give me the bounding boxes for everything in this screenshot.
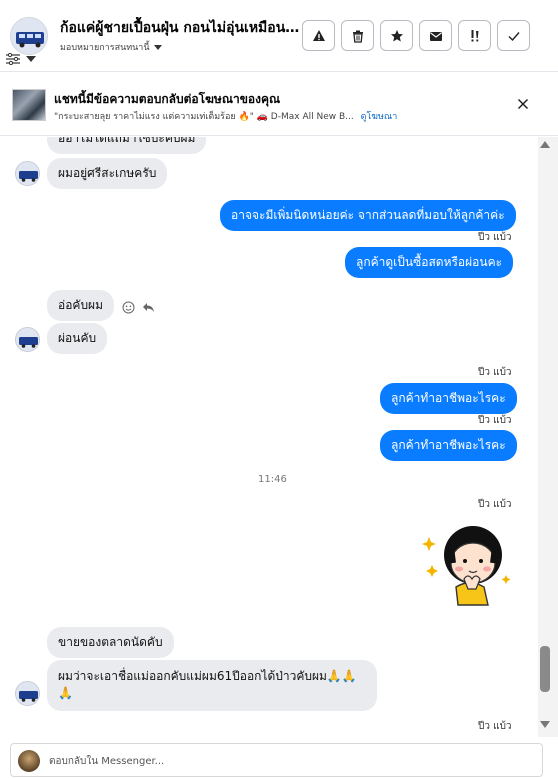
message-incoming: ผมว่าจะเอาชื่อแม่ออกคับแม่ผม61ปีออกได้ป่… [47, 660, 377, 711]
message-outgoing: ลูกค้าทำอาชีพอะไรคะ [380, 430, 517, 461]
warning-icon [312, 29, 325, 41]
message-incoming: ขายของตลาดนัดคับ [47, 627, 174, 658]
sticker-image [422, 526, 511, 606]
message-outgoing: ลูกค้าดูเป็นซื้อสดหรือผ่อนคะ [345, 247, 514, 278]
ad-caption: "กระบะสายลุย ราคาไม่แรง แต่ความเท่เต็มร้… [54, 112, 354, 122]
mail-icon [429, 31, 442, 41]
filter-icon[interactable] [6, 53, 20, 65]
contact-avatar[interactable] [10, 17, 48, 55]
mark-done-button[interactable] [497, 20, 530, 51]
contact-avatar-small [15, 681, 40, 706]
message-thread: ออาไมได้แถมาไซบะคับผม ผมอยู่ศรีสะเกษครับ… [0, 137, 538, 737]
contact-avatar-small [15, 161, 40, 186]
reply-icon[interactable] [142, 302, 155, 313]
assign-conversation[interactable]: มอบหมายการสนทนานี้ [60, 40, 162, 54]
seen-indicator: ปีว แบ้ว [478, 232, 512, 243]
conversation-header: ก้อแค่ผู้ชายเปื้อนฝุ่น กอนไม่อุ่นเหมือนค… [0, 0, 558, 72]
mark-unread-button[interactable] [419, 20, 452, 51]
ad-thumbnail [12, 89, 46, 121]
star-icon [390, 29, 403, 41]
delete-button[interactable] [341, 20, 374, 51]
seen-indicator: ปีว แบ้ว [478, 415, 512, 426]
scroll-up-icon[interactable] [540, 141, 550, 148]
message-incoming: ผมอยู่ศรีสะเกษครับ [47, 158, 168, 189]
message-outgoing: ลูกค้าทำอาชีพอะไรคะ [380, 383, 517, 414]
react-icon[interactable] [122, 301, 135, 314]
close-icon[interactable] [516, 97, 530, 111]
scroll-down-icon[interactable] [540, 721, 550, 728]
seen-indicator: ปีว แบ้ว [478, 499, 512, 510]
chevron-down-icon [153, 44, 162, 50]
trash-icon [352, 30, 363, 43]
mark-important-button[interactable] [458, 20, 491, 51]
reply-composer[interactable]: ตอบกลับใน Messenger... [10, 743, 543, 777]
ad-banner-text: "กระบะสายลุย ราคาไม่แรง แต่ความเท่เต็มร้… [54, 109, 397, 123]
message-incoming: ออาไมได้แถมาไซบะคับผม [47, 137, 207, 154]
check-icon [508, 31, 520, 41]
seen-indicator: ปีว แบ้ว [478, 721, 512, 732]
report-button[interactable] [302, 20, 335, 51]
my-avatar [18, 750, 40, 772]
view-ad-link[interactable]: ดูโฆษณา [361, 112, 398, 122]
message-incoming: อ่อคับผม [47, 290, 114, 321]
timestamp: 11:46 [258, 474, 287, 485]
contact-avatar-small [15, 327, 40, 352]
seen-indicator: ปีว แบ้ว [478, 367, 512, 378]
message-outgoing: อาจจะมีเพิ่มนิดหน่อยค่ะ จากส่วนลดที่มอบใ… [220, 200, 516, 231]
assign-label: มอบหมายการสนทนานี้ [60, 43, 150, 53]
reply-input[interactable]: ตอบกลับใน Messenger... [49, 754, 164, 769]
ad-reply-banner: แชทนี้มีข้อความตอบกลับต่อโฆษณาของคุณ "กร… [0, 73, 558, 136]
star-button[interactable] [380, 20, 413, 51]
important-icon [471, 29, 478, 41]
conversation-title: ก้อแค่ผู้ชายเปื้อนฝุ่น กอนไม่อุ่นเหมือนค… [60, 20, 300, 36]
header-actions [302, 20, 530, 51]
filter-dropdown-icon[interactable] [26, 56, 36, 62]
ad-banner-title: แชทนี้มีข้อความตอบกลับต่อโฆษณาของคุณ [54, 92, 281, 106]
message-incoming: ผ่อนคับ [47, 323, 108, 354]
scrollbar-thumb[interactable] [540, 646, 550, 692]
